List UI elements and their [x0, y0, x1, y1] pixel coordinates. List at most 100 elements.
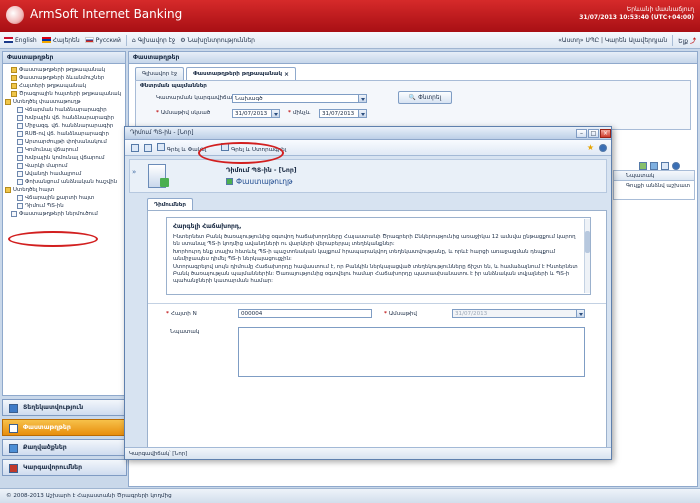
sidebar-tree-item[interactable]: Փաստաթղթերի ներմուծում: [5, 210, 123, 218]
lang-russian-label: Русский: [95, 36, 121, 44]
close-button[interactable]: ×: [600, 128, 611, 138]
nav-information-icon: [9, 404, 18, 413]
main-header: Փաստաթղթեր: [129, 52, 697, 64]
dialog-status-text: Կարգավիճակ՝ [Նոր]: [129, 450, 188, 457]
nav-settings[interactable]: Կարգավորումներ: [2, 459, 127, 476]
save-icon[interactable]: [131, 143, 139, 152]
purpose-textarea[interactable]: [238, 327, 585, 377]
sidebar-tree-item[interactable]: Կոմունալ վճարում: [5, 146, 123, 154]
sidebar-tree-label: Ստեղծել փաստաթուղթ: [13, 99, 81, 105]
refresh-icon[interactable]: [650, 162, 658, 170]
search-button[interactable]: 🔍 Փնտրել: [398, 91, 452, 104]
nav-documents[interactable]: Փաստաթղթեր: [2, 419, 127, 436]
calendar-dropdown-icon: [271, 110, 279, 117]
exit-link[interactable]: Ելք ⤴: [678, 36, 696, 45]
help-icon[interactable]: [599, 143, 607, 152]
documents-grid: Նպատակ Գույքի անձնվ աշխատ: [613, 170, 695, 200]
search-button-label: Փնտրել: [418, 94, 442, 101]
sidebar-tree-item[interactable]: Միջազգ. վճ. հանձնարարագիր: [5, 122, 123, 130]
settings-label: Նախընտրություններ: [187, 36, 255, 44]
date-to-value: 31/07/2013: [322, 110, 355, 117]
sidebar-tree-label: Փոխանցում անձնական հաշվին: [25, 179, 118, 185]
table-row[interactable]: Գույքի անձնվ աշխատ: [614, 181, 694, 191]
scrollbar[interactable]: [584, 219, 590, 293]
minimize-button[interactable]: –: [576, 128, 587, 138]
document-icon: [17, 163, 23, 169]
document-icon: [17, 123, 23, 129]
sidebar-tree-item[interactable]: Վճարային քարտի հայտ: [5, 194, 123, 202]
sidebar-tree-item[interactable]: Վարկի մարում: [5, 162, 123, 170]
save-close-icon: [157, 142, 165, 151]
date-from-input[interactable]: 31/07/2013: [232, 109, 280, 118]
favorite-star-icon[interactable]: ★: [587, 143, 594, 152]
lang-armenian[interactable]: Հայերեն: [41, 36, 80, 44]
lang-english[interactable]: English: [4, 37, 37, 44]
nav-statements[interactable]: Քաղվածքներ: [2, 439, 127, 456]
add-icon[interactable]: [639, 162, 647, 170]
date-input[interactable]: 31/07/2013: [452, 309, 585, 318]
number-value: 000004: [241, 310, 263, 317]
sidebar-tree-item[interactable]: Վճարման հանձնարարագիր: [5, 106, 123, 114]
sidebar-tree-label: Խմբային կոմունալ վճարում: [25, 155, 105, 161]
dialog-content: Հարգելի Հաճախորդ, Ինտերնետ Բանկ ծառայութ…: [147, 210, 607, 455]
sidebar-tree-item[interactable]: Փոխանցում անձնական հաշվին: [5, 178, 123, 186]
folder-icon: [11, 91, 17, 97]
sidebar-tree-label: Փաստաթղթերի թղթապանակ: [19, 67, 106, 73]
highlight-circle: [198, 142, 284, 164]
tab-home[interactable]: Գլխավոր էջ: [135, 67, 185, 80]
close-icon[interactable]: ×: [284, 71, 289, 78]
nav-statements-icon: [9, 444, 18, 453]
sidebar-tree-item[interactable]: Հայտերի թղթապանակ: [5, 82, 123, 90]
sidebar-tree-item[interactable]: Փաստաթղթերի թղթապանակ: [5, 66, 123, 74]
settings-link[interactable]: ⚙ Նախընտրություններ: [180, 37, 255, 44]
sidebar-header: Փաստաթղթեր: [3, 52, 125, 64]
sidebar-tree-item[interactable]: RUB-ով վճ. հանձնարարագիր: [5, 130, 123, 138]
number-label: * Հայտի N: [166, 311, 197, 317]
document-tree: Փաստաթղթերի թղթապանակ Փաստաթղթերի ձևանմու…: [3, 64, 125, 220]
armenia-flag-icon: [41, 37, 51, 43]
document-name: Դիմում ՊՏ-ին - [Նոր]: [226, 167, 297, 174]
dialog-titlebar[interactable]: Դիմում ՊՏ-ին - [Նոր] – □ ×: [125, 127, 611, 140]
nav-settings-label: Կարգավորումներ: [23, 464, 83, 471]
sidebar-tree-item[interactable]: Խմբային կոմունալ վճարում: [5, 154, 123, 162]
sidebar-tree-item[interactable]: Ստեղծել հայտ: [5, 186, 123, 194]
document-icon: [17, 195, 23, 201]
date-label: * Ամսաթիվ: [384, 311, 417, 317]
document-type: Փաստաթուղթ: [226, 177, 293, 186]
grid-header-purpose[interactable]: Նպատակ: [614, 171, 694, 181]
date-to-input[interactable]: 31/07/2013: [319, 109, 367, 118]
save-as-icon[interactable]: [144, 143, 152, 152]
sidebar: Փաստաթղթեր Փաստաթղթերի թղթապանակ Փաստաթղթ…: [2, 51, 126, 396]
state-select[interactable]: Նախագծ: [232, 94, 367, 103]
sidebar-tree-item[interactable]: Փաստաթղթերի ձևանմուշներ: [5, 74, 123, 82]
tab-documents-folder[interactable]: Փաստաթղթերի թղթապանակ ×: [186, 67, 297, 80]
number-input[interactable]: 000004: [238, 309, 372, 318]
sidebar-tree-label: Հայտերի թղթապանակ: [19, 83, 87, 89]
start-page-link[interactable]: ⌂ Գլխավոր էջ: [132, 37, 175, 44]
help-icon[interactable]: [672, 162, 680, 170]
sidebar-tree-label: Փաստաթղթերի ներմուծում: [19, 211, 98, 217]
folder-icon: [5, 99, 11, 105]
collapse-arrow-icon[interactable]: »: [132, 168, 136, 176]
lang-english-label: English: [15, 36, 37, 44]
scrollbar-thumb[interactable]: [585, 231, 590, 253]
number-label-text: Հայտի N: [170, 311, 197, 317]
tab-applications[interactable]: Դիմումներ: [147, 198, 193, 210]
sidebar-tree-label: Վարկի մարում: [25, 163, 68, 169]
maximize-button[interactable]: □: [588, 128, 599, 138]
sidebar-tree-item[interactable]: Ավանդի համալրում: [5, 170, 123, 178]
sidebar-tree-item[interactable]: Ծրագրային հայտերի թղթապանակ: [5, 90, 123, 98]
sidebar-tree-label: RUB-ով վճ. հանձնարարագիր: [25, 131, 109, 137]
lang-russian[interactable]: Русский: [84, 36, 121, 44]
sidebar-tree-label: Ավանդի համալրում: [25, 171, 82, 177]
grid-toolbar: [639, 162, 680, 170]
paragraph-3: Ստորագրելով սույն դիմումը Հաճախորդը հավա…: [173, 264, 578, 284]
lang-armenian-label: Հայերեն: [52, 36, 80, 44]
sidebar-tree-item[interactable]: Դիմում ՊՏ-ին: [5, 202, 123, 210]
sidebar-tree-item[interactable]: Արտարժույթի փոխանակում: [5, 138, 123, 146]
user-info: «Աստղ» ՍՊԸ | Կարեն Ալավերդյան: [558, 36, 668, 44]
nav-information[interactable]: Տեղեկատվություն: [2, 399, 127, 416]
sidebar-tree-item[interactable]: Խմբային վճ. հանձնարարագիր: [5, 114, 123, 122]
sidebar-tree-item[interactable]: Ստեղծել փաստաթուղթ: [5, 98, 123, 106]
columns-icon[interactable]: [661, 162, 669, 170]
